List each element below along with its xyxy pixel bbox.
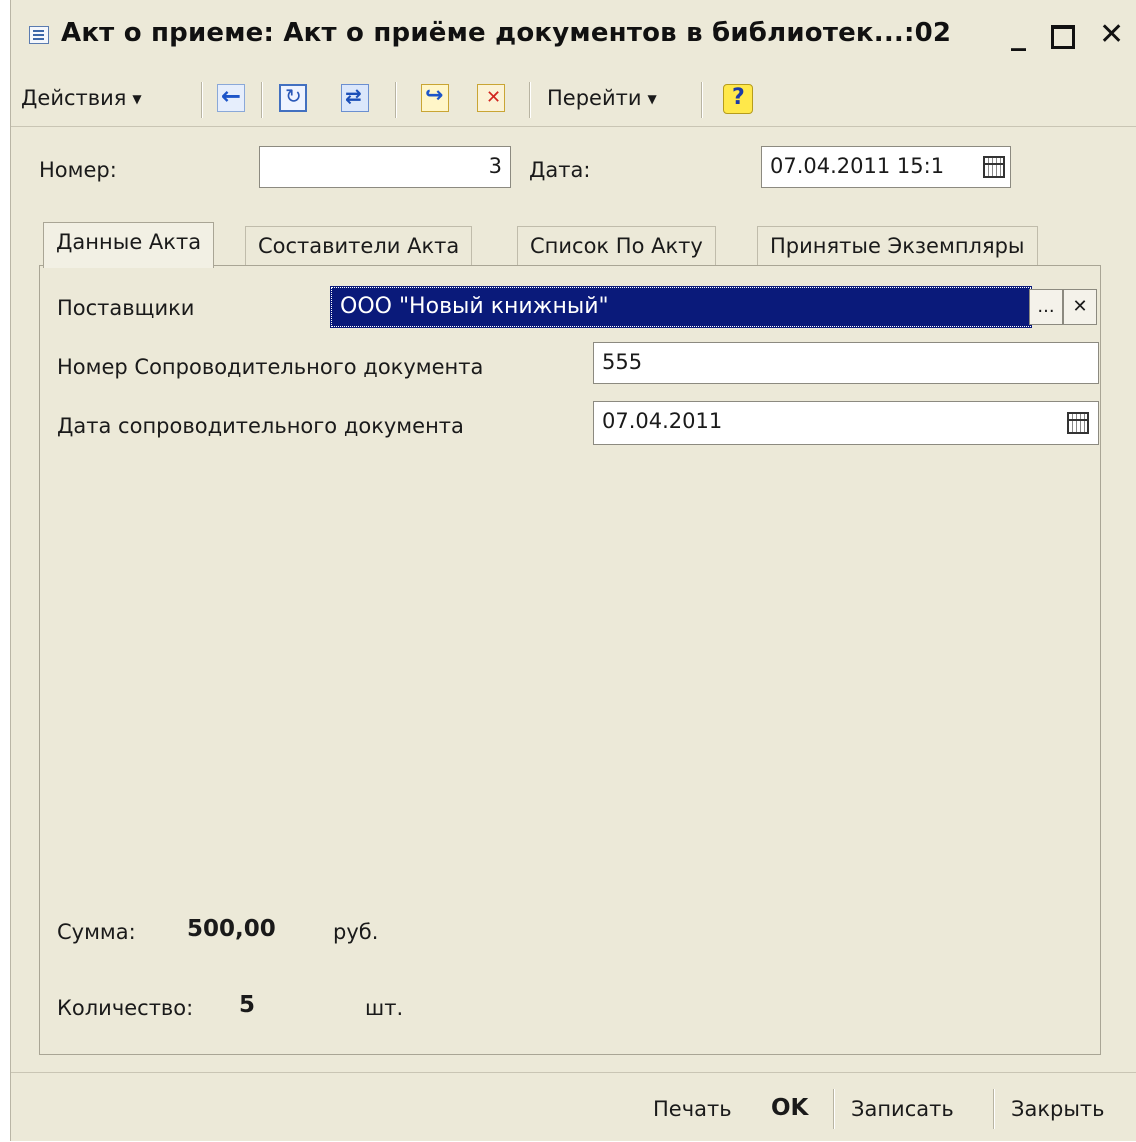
tab-accepted-copies[interactable]: Принятые Экземпляры bbox=[757, 226, 1038, 266]
goto-menu[interactable]: Перейти ▼ bbox=[547, 86, 657, 110]
sum-unit: руб. bbox=[333, 920, 379, 944]
tab-act-data[interactable]: Данные Акта bbox=[43, 222, 215, 268]
sum-value: 500,00 bbox=[187, 916, 276, 942]
ok-button[interactable]: OK bbox=[771, 1095, 808, 1121]
calendar-icon[interactable] bbox=[983, 156, 1005, 178]
quantity-label: Количество: bbox=[57, 996, 194, 1020]
chevron-down-icon: ▼ bbox=[647, 92, 657, 106]
date-input[interactable]: 07.04.2011 15:1 bbox=[761, 146, 1011, 188]
window-title: Акт о приеме: Акт о приёме документов в … bbox=[61, 18, 952, 48]
doc-number-input[interactable]: 555 bbox=[593, 342, 1099, 384]
suppliers-label: Поставщики bbox=[57, 296, 195, 320]
title-bar[interactable]: Акт о приеме: Акт о приёме документов в … bbox=[11, 0, 1136, 72]
footer-separator bbox=[993, 1089, 995, 1129]
toolbar-separator bbox=[529, 82, 531, 118]
number-label: Номер: bbox=[39, 158, 117, 182]
toolbar-separator bbox=[395, 82, 397, 118]
toolbar-separator bbox=[701, 82, 703, 118]
calendar-icon[interactable] bbox=[1067, 412, 1089, 434]
quantity-value: 5 bbox=[239, 992, 256, 1018]
print-button[interactable]: Печать bbox=[653, 1097, 732, 1121]
document-icon bbox=[29, 26, 49, 44]
copy-icon[interactable] bbox=[341, 84, 369, 112]
toolbar: Действия ▼ Перейти ▼ bbox=[11, 72, 1136, 127]
refresh-icon[interactable] bbox=[279, 84, 307, 112]
close-window-button[interactable]: ✕ bbox=[1099, 18, 1124, 52]
footer-separator bbox=[833, 1089, 835, 1129]
date-label: Дата: bbox=[529, 158, 591, 182]
suppliers-input[interactable]: ООО "Новый книжный" bbox=[330, 286, 1032, 328]
footer-bar: Печать OK Записать Закрыть bbox=[11, 1072, 1136, 1142]
tab-act-compilers[interactable]: Составители Акта bbox=[245, 226, 473, 266]
actions-menu[interactable]: Действия ▼ bbox=[21, 86, 142, 110]
sum-label: Сумма: bbox=[57, 920, 136, 944]
doc-number-label: Номер Сопроводительного документа bbox=[57, 355, 484, 379]
doc-date-input[interactable]: 07.04.2011 bbox=[593, 401, 1099, 445]
toolbar-separator bbox=[261, 82, 263, 118]
toolbar-separator bbox=[201, 82, 203, 118]
chevron-down-icon: ▼ bbox=[132, 92, 142, 106]
number-input[interactable]: 3 bbox=[259, 146, 511, 188]
clear-supplier-button[interactable]: ✕ bbox=[1063, 289, 1097, 325]
help-icon[interactable] bbox=[723, 84, 753, 114]
quantity-unit: шт. bbox=[365, 996, 404, 1020]
tab-act-list[interactable]: Список По Акту bbox=[517, 226, 716, 266]
goto-menu-label: Перейти bbox=[547, 86, 642, 110]
maximize-button[interactable] bbox=[1051, 25, 1075, 49]
post-icon[interactable] bbox=[421, 83, 449, 112]
close-button[interactable]: Закрыть bbox=[1011, 1097, 1105, 1121]
doc-date-label: Дата сопроводительного документа bbox=[57, 414, 464, 438]
select-supplier-button[interactable]: ... bbox=[1029, 289, 1063, 325]
unpost-icon[interactable] bbox=[477, 84, 505, 112]
save-button[interactable]: Записать bbox=[851, 1097, 954, 1121]
actions-menu-label: Действия bbox=[21, 86, 127, 110]
document-window: Акт о приеме: Акт о приёме документов в … bbox=[10, 0, 1136, 1141]
minimize-button[interactable]: _ bbox=[1011, 18, 1026, 52]
back-icon[interactable] bbox=[217, 82, 245, 112]
date-value: 07.04.2011 15:1 bbox=[770, 154, 945, 178]
